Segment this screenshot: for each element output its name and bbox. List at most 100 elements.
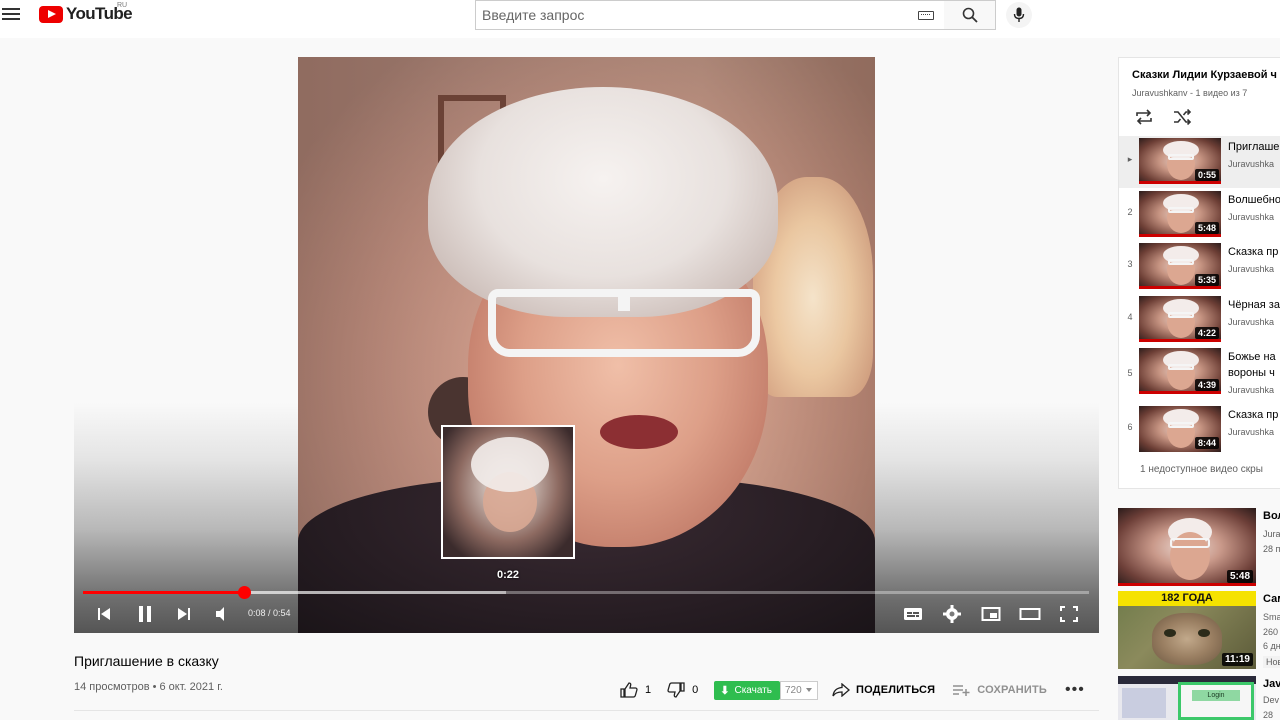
playlist-item[interactable]: 6 8:44 Сказка пр Juravushka [1119, 404, 1280, 456]
watched-bar [1139, 286, 1221, 289]
miniplayer-button[interactable] [981, 603, 1001, 625]
search-box [475, 0, 945, 30]
search-icon [962, 7, 978, 23]
playlist-item-thumbnail: 4:22 [1139, 296, 1221, 342]
theater-mode-button[interactable] [1019, 603, 1041, 625]
playlist-item[interactable]: 2 5:48 Волшебно Juravushka [1119, 189, 1280, 241]
gear-icon [943, 605, 961, 623]
recommended-title: Сам [1263, 593, 1280, 605]
youtube-play-icon [39, 5, 63, 23]
playlist-item[interactable]: ▸ 0:55 Приглаше Juravushka [1119, 136, 1280, 188]
subtitles-icon [904, 608, 922, 620]
video-frame[interactable] [298, 57, 875, 633]
video-hair [428, 87, 778, 317]
progress-bar[interactable] [83, 586, 1089, 599]
skip-next-icon [178, 608, 190, 620]
download-button[interactable]: ⬇ Скачать [714, 680, 780, 700]
playlist-subtitle: Juravushkanv - 1 видео из 7 [1132, 88, 1248, 98]
playlist-item[interactable]: 3 5:35 Сказка пр Juravushka [1119, 241, 1280, 293]
dislike-button[interactable]: 0 [667, 682, 698, 698]
playlist-item-duration: 4:39 [1194, 379, 1219, 391]
skip-previous-icon [98, 608, 110, 620]
quality-select[interactable]: 720 [779, 680, 818, 700]
voice-search-button[interactable] [1006, 2, 1032, 28]
playlist-item-channel: Juravushka [1228, 385, 1275, 395]
playlist-item-duration: 8:44 [1194, 437, 1219, 449]
recommended-duration: 11:19 [1221, 653, 1253, 666]
download-arrow-icon: ⬇ [720, 684, 730, 697]
thumbs-down-icon [667, 682, 685, 698]
playlist-item-title: Волшебно [1228, 194, 1280, 206]
watched-bar [1139, 234, 1221, 237]
search-button[interactable] [944, 0, 996, 30]
settings-button[interactable] [942, 603, 962, 625]
video-mouth [600, 415, 678, 449]
playlist-item-title: Сказка пр [1228, 246, 1279, 258]
recommended-video[interactable]: 5:48 Вол Jura 28 п [1118, 508, 1280, 586]
video-glasses [488, 289, 760, 357]
video-player[interactable]: 0:22 0:08 / 0:54 [74, 57, 1099, 633]
recommended-title: Вол [1263, 510, 1280, 522]
playlist-item-index: 5 [1127, 368, 1133, 378]
recommended-thumbnail: 182 ГОДА 11:19 [1118, 591, 1256, 669]
watched-bar [1139, 391, 1221, 394]
new-badge: Нов [1263, 656, 1280, 668]
theater-icon [1019, 608, 1041, 620]
login-screen-label: Login [1192, 690, 1240, 701]
recommended-channel: Sma [1263, 612, 1280, 622]
fullscreen-button[interactable] [1059, 603, 1079, 625]
playlist-item-title: Приглаше [1228, 141, 1280, 153]
recommended-channel: Jura [1263, 529, 1280, 539]
playlist-item-duration: 5:48 [1194, 222, 1219, 234]
recommended-video[interactable]: Login Jav Dev 28 [1118, 676, 1280, 720]
recommended-thumbnail: Login [1118, 676, 1256, 720]
miniplayer-icon [981, 607, 1001, 621]
playlist-add-icon [953, 685, 970, 696]
shuffle-playlist-button[interactable] [1173, 108, 1193, 130]
playlist-item-channel: Juravushka [1228, 159, 1275, 169]
next-button[interactable] [176, 603, 192, 625]
fullscreen-icon [1060, 606, 1078, 622]
share-icon [832, 683, 850, 697]
playlist-item[interactable]: 4 4:22 Чёрная за Juravushka [1119, 294, 1280, 346]
share-label: ПОДЕЛИТЬСЯ [855, 684, 936, 696]
thumbs-up-icon [620, 682, 638, 698]
playlist-item[interactable]: 5 4:39 Божье на вороны ч Juravushka [1119, 346, 1280, 406]
keyboard-icon[interactable] [918, 11, 934, 20]
playlist-item-channel: Juravushka [1228, 212, 1275, 222]
pause-icon [139, 606, 151, 622]
playlist-item-thumbnail: 4:39 [1139, 348, 1221, 394]
playlist-item-thumbnail: 0:55 [1139, 138, 1221, 184]
recommended-age: 6 дн [1263, 641, 1280, 651]
playlist-title[interactable]: Сказки Лидии Курзаевой ч [1132, 69, 1277, 81]
playlist-item-thumbnail: 8:44 [1139, 406, 1221, 452]
share-button[interactable]: ПОДЕЛИТЬСЯ [832, 683, 935, 697]
more-actions-button[interactable]: ••• [1065, 681, 1085, 699]
pause-button[interactable] [136, 603, 154, 625]
playlist-item-index: 3 [1127, 259, 1133, 269]
previous-button[interactable] [96, 603, 112, 625]
hamburger-menu-icon[interactable] [2, 6, 20, 22]
playlist-item-index: 6 [1127, 422, 1133, 432]
playlist-item-index: 2 [1127, 207, 1133, 217]
recommended-views: 260 [1263, 627, 1279, 637]
recommended-video[interactable]: 182 ГОДА 11:19 Сам Sma 260 6 дн Нов [1118, 591, 1280, 669]
playlist-item-title: Сказка пр [1228, 409, 1279, 421]
progress-played [83, 591, 244, 594]
time-display: 0:08 / 0:54 [248, 608, 291, 618]
save-button[interactable]: СОХРАНИТЬ [953, 684, 1047, 696]
recommended-channel: Dev [1263, 695, 1280, 705]
loop-playlist-button[interactable] [1134, 109, 1154, 130]
playlist-item-channel: Juravushka [1228, 317, 1275, 327]
volume-button[interactable] [214, 603, 230, 625]
recommended-thumbnail: 5:48 [1118, 508, 1256, 586]
playlist-item-duration: 4:22 [1194, 327, 1219, 339]
progress-scrubber[interactable] [237, 586, 251, 599]
search-input[interactable] [476, 1, 896, 29]
logo-region: RU [117, 2, 128, 9]
recommended-views: 28 [1263, 710, 1274, 720]
watched-bar [1139, 181, 1221, 184]
microphone-icon [1013, 7, 1025, 22]
subtitles-button[interactable] [903, 603, 923, 625]
like-button[interactable]: 1 [620, 682, 651, 698]
